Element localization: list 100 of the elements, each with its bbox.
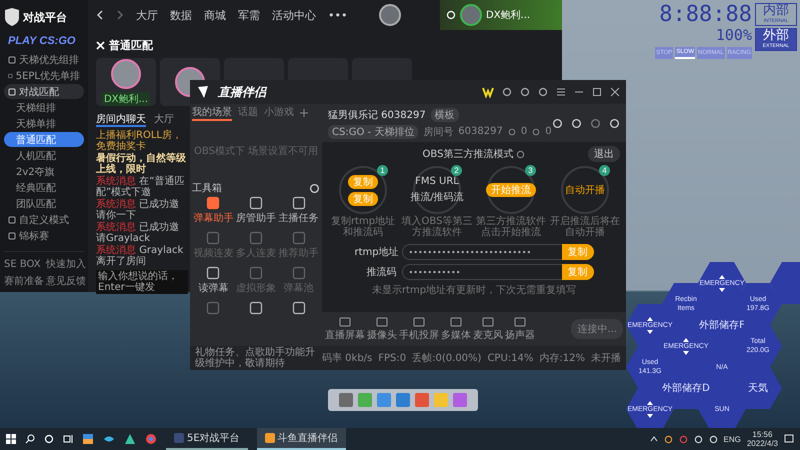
app-tile-icon[interactable] [377, 393, 391, 407]
game-title: PLAY CS:GO [8, 35, 76, 47]
toolbar-button[interactable]: 手机投屏 [399, 316, 439, 342]
triangle-up-icon [647, 400, 653, 404]
footer-link[interactable]: 赛前准备 [4, 274, 44, 288]
taskbar-app[interactable]: 斗鱼直播伴侣 [256, 428, 346, 450]
plus-icon[interactable] [300, 109, 308, 117]
input-language[interactable]: ENG [724, 434, 741, 444]
menu-icon[interactable] [556, 87, 566, 97]
chat-tab[interactable]: 房间内聊天 [96, 112, 146, 127]
chat-message: 暑假行动，自然等级上线，限时 [96, 153, 187, 175]
hint-text: 未显示rtmp地址有更新时，下次无需重复填写 [372, 284, 576, 297]
toolbar-button[interactable]: 扬声器 [505, 316, 535, 342]
sidebar-item[interactable]: 团队匹配 [4, 196, 84, 211]
square-icon [8, 216, 16, 224]
tool-icon [248, 266, 263, 280]
app-tile-icon[interactable] [358, 393, 372, 407]
nav-tab[interactable]: 数据 [170, 8, 192, 22]
sidebar-item[interactable]: 5EPL优先单排 [4, 68, 84, 83]
avatar-circle [379, 4, 402, 26]
app-tile-icon[interactable] [434, 393, 448, 407]
masked-input-field[interactable]: •••••••••••••••••••••••••• [402, 244, 562, 260]
step-number: 2 [451, 165, 462, 176]
footer-link[interactable]: 快速加入 [46, 257, 86, 271]
sidebar-item[interactable]: 天梯组排 [4, 100, 84, 115]
step-number: 1 [377, 165, 388, 176]
triangle-down-icon [683, 350, 689, 354]
circle-icon [44, 434, 54, 444]
sidebar-item[interactable]: 自定义模式 [4, 212, 84, 227]
sidebar-item[interactable]: 天梯单排 [4, 116, 84, 131]
toolbar-button[interactable]: 摄像头 [367, 316, 397, 342]
tool-button[interactable]: 读弹幕 [192, 266, 235, 298]
footer-link[interactable]: 意见反馈 [46, 274, 86, 288]
status-stat: 未开播 [591, 352, 621, 365]
tool-icon [292, 231, 306, 245]
status-message: 礼物任务、点歌助手功能升级维护中，敬请期待 [195, 347, 316, 369]
step-caption: 填入OBS等第三方推流软件 [401, 216, 473, 238]
mascot-icon[interactable] [482, 86, 494, 98]
step-caption: 第三方推流软件点击开始推流 [475, 216, 547, 238]
sidebar-item[interactable]: 锦标赛 [4, 228, 84, 243]
app-icon [174, 433, 184, 443]
maximize-icon[interactable] [592, 87, 602, 97]
nav-tab[interactable]: 商城 [204, 8, 226, 22]
app-tile-icon[interactable] [415, 393, 429, 407]
triangle-icon[interactable] [124, 433, 136, 445]
notification-icon[interactable] [784, 434, 794, 444]
search-icon[interactable] [25, 434, 35, 444]
chat-tab[interactable]: 大厅 [154, 112, 174, 127]
screen-icon [376, 316, 388, 328]
masked-input-field[interactable]: ••••••••••• [402, 264, 562, 280]
chevron-up-icon[interactable] [650, 435, 658, 443]
app-tile-icon[interactable] [396, 393, 410, 407]
sidebar-item[interactable]: 人机匹配 [4, 148, 84, 163]
toolbar-button[interactable]: 多媒体 [441, 316, 471, 342]
footer-link[interactable]: SE BOX [4, 257, 44, 271]
nav-tab[interactable]: 活动中心 [272, 8, 316, 22]
tool-button[interactable]: 弹幕助手 [192, 196, 235, 228]
room-id: 6038297 [458, 126, 503, 137]
connect-button[interactable]: 连接中... [571, 319, 623, 339]
nav-tab[interactable]: 军需 [238, 8, 260, 22]
app-tile-icon[interactable] [453, 393, 467, 407]
screen-icon [482, 316, 494, 328]
step-caption: 开启推流后将在自动开播 [549, 216, 621, 238]
avatar-circle [111, 58, 141, 88]
tool-button[interactable]: 主播任务 [277, 196, 320, 228]
close-icon[interactable] [610, 87, 620, 97]
field-label: rtmp地址 [354, 246, 396, 259]
status-stat: 丢帧:0(0.00%) [412, 352, 482, 365]
sidebar-item[interactable]: 天梯优先组排 [4, 52, 84, 67]
tool-button[interactable]: 房管助手 [234, 196, 278, 228]
scene-tab[interactable]: 我的场景 [192, 105, 232, 121]
calendar-icon[interactable] [82, 433, 94, 445]
sidebar-item[interactable]: 普通匹配 [4, 132, 84, 147]
toolbar-button[interactable]: 直播屏幕 [325, 316, 365, 342]
chat-message: 系统消息 Graylack 离开了房间 [96, 245, 184, 267]
app-tile-icon[interactable] [339, 393, 353, 407]
nav-tab[interactable]: 大厅 [136, 8, 158, 22]
triangle-up-icon [683, 338, 689, 342]
percent-readout: 100% [716, 27, 752, 44]
sidebar-item[interactable]: 对战匹配 [4, 84, 84, 99]
toolbar-button[interactable]: 麦克风 [473, 316, 503, 342]
more-menu[interactable]: ••• [328, 8, 348, 22]
task-view-icon[interactable] [63, 434, 73, 444]
sidebar-item[interactable]: 经典匹配 [4, 180, 84, 195]
exit-button[interactable]: 退出 [588, 146, 620, 162]
windows-logo-icon[interactable] [6, 434, 16, 444]
scene-tab[interactable]: 小游戏 [264, 105, 294, 121]
triangle-down-icon [647, 414, 653, 418]
room-tag: 横板 [430, 108, 459, 122]
screen-icon [450, 316, 462, 328]
sidebar-item[interactable]: 2v2夺旗 [4, 164, 84, 179]
taskbar-app[interactable]: 5E对战平台 [166, 428, 248, 450]
category-chip[interactable]: CS:GO - 天梯排位 [328, 124, 418, 138]
chat-message: 系统消息 在“普通匹配”模式下邀 [96, 176, 186, 198]
chat-input-field[interactable]: 输入你想说的话，Enter一键发 [96, 270, 188, 294]
triangle-down-icon [647, 330, 653, 334]
tool-icon [206, 231, 220, 245]
heat-count: 0 [520, 126, 528, 137]
browser-icon[interactable] [145, 433, 157, 445]
taskbar-clock[interactable]: 15:56 2022/4/3 [746, 430, 778, 448]
